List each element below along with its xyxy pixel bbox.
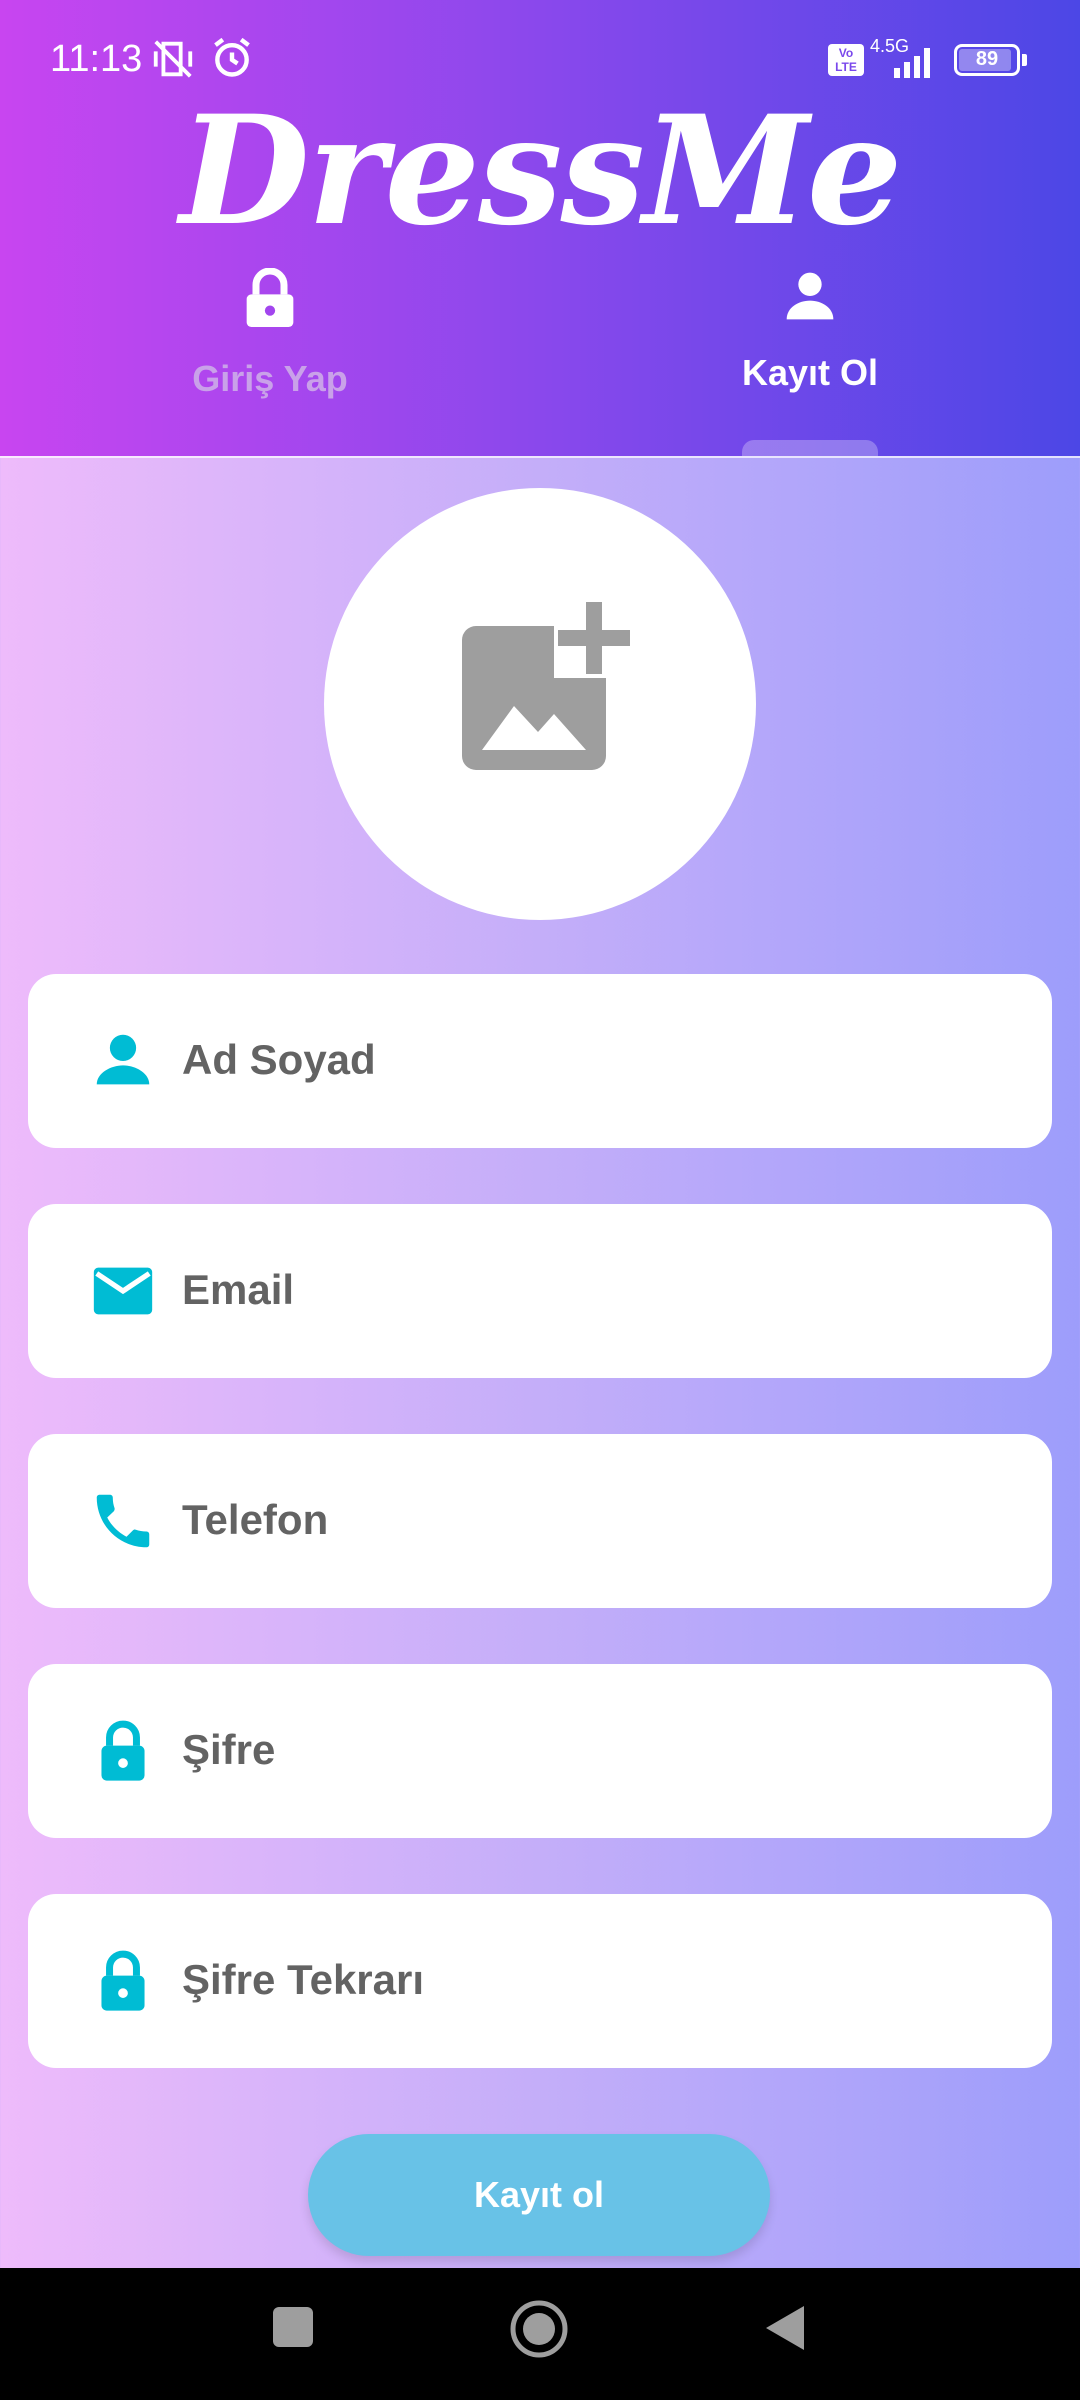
phone-placeholder: Telefon [182,1496,329,1543]
lock-icon [101,1950,145,2011]
back-button[interactable] [762,2304,808,2352]
phone-icon [96,1494,150,1548]
tab-login-label: Giriş Yap [192,358,348,399]
signal-icon [894,48,930,78]
mail-icon [93,1267,153,1315]
system-nav-bar [0,2268,1080,2400]
email-field[interactable]: Email [28,1204,1052,1378]
vibrate-off-icon [153,40,193,78]
recent-apps-button[interactable] [270,2304,316,2350]
tab-register-label: Kayıt Ol [741,352,879,393]
password-confirm-field[interactable]: Şifre Tekrarı [28,1894,1052,2068]
battery-icon: 89 [954,44,1027,76]
home-button[interactable] [508,2298,570,2360]
password-confirm-placeholder: Şifre Tekrarı [182,1956,425,2003]
add-photo-icon [462,598,634,770]
avatar-picker[interactable] [324,488,756,920]
status-time: 11:13 [50,38,143,80]
battery-level: 89 [975,48,999,70]
password-placeholder: Şifre [182,1726,276,1773]
person-icon [786,272,834,320]
email-placeholder: Email [182,1266,295,1313]
fullname-field[interactable]: Ad Soyad [28,974,1052,1148]
person-icon [96,1034,150,1085]
lock-icon [101,1720,145,1781]
app-title: DressMe [179,83,903,259]
password-field[interactable]: Şifre [28,1664,1052,1838]
tab-indicator [742,440,878,456]
register-form-area: Ad Soyad Email Telefon Şifre Şifre Tekra… [0,456,1080,2268]
lock-icon [246,268,294,327]
header: 11:13 Vo LTE 4.5G 89 DressMe Giriş Yap K… [0,0,1080,456]
tab-login[interactable]: Giriş Yap [120,268,420,400]
tab-register[interactable]: Kayıt Ol [660,268,960,394]
volte-badge: Vo LTE [828,44,864,76]
register-button[interactable]: Kayıt ol [308,2134,770,2256]
fullname-placeholder: Ad Soyad [182,1036,376,1083]
phone-field[interactable]: Telefon [28,1434,1052,1608]
alarm-icon [214,37,250,77]
